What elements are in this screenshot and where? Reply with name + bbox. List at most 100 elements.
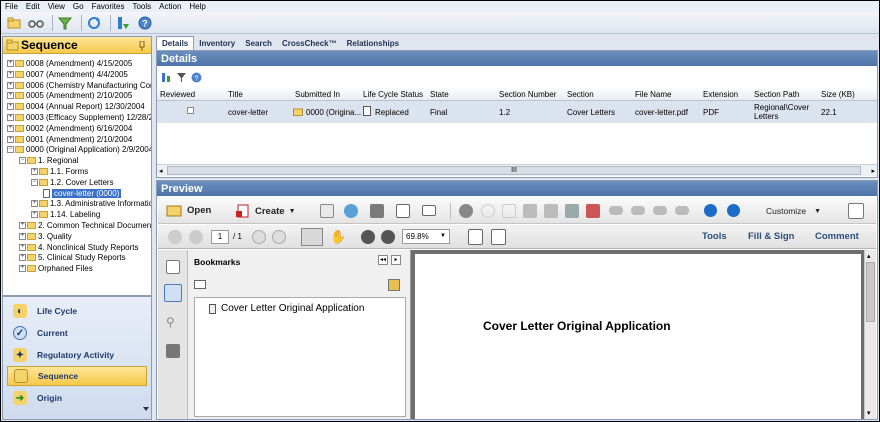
tab-relationships[interactable]: Relationships [342, 36, 404, 50]
expand-toggle-icon[interactable]: + [7, 114, 14, 121]
tree-item[interactable]: +0004 (Annual Report) 12/30/2004 [7, 101, 145, 112]
col-submitted-in[interactable]: Submitted In [295, 90, 340, 99]
tree-item[interactable]: +0008 (Amendment) 4/15/2005 [7, 58, 132, 69]
tree-item[interactable]: − 1. Regional [19, 155, 78, 166]
horizontal-scrollbar[interactable]: ◂ III ▸ [157, 164, 877, 176]
hand-tool-icon[interactable]: ✋ [330, 230, 346, 244]
col-life-cycle-status[interactable]: Life Cycle Status [363, 90, 423, 99]
tab-search[interactable]: Search [240, 36, 277, 50]
expand-toggle-icon[interactable]: + [7, 135, 14, 143]
help-icon[interactable]: ? [191, 72, 202, 83]
tree-item[interactable]: − 0000 (Original Application) 2/9/2004 [7, 144, 151, 155]
nav-life-cycle[interactable]: ◐ Life Cycle [7, 301, 147, 321]
tree-item[interactable]: +4. Nonclinical Study Reports [19, 242, 139, 253]
link-icon[interactable] [653, 206, 667, 215]
table-row[interactable]: cover-letter 0000 (Origina... Replaced F… [157, 101, 877, 123]
tree-item[interactable]: +0001 (Amendment) 2/10/2004 [7, 134, 132, 145]
refresh-icon[interactable] [85, 14, 103, 32]
email-icon[interactable] [422, 205, 436, 216]
page-down-icon[interactable] [189, 230, 203, 244]
scroll-left-icon[interactable]: ◂ [159, 167, 163, 175]
expand-toggle-icon[interactable]: + [31, 200, 38, 208]
filter-icon[interactable] [176, 72, 187, 83]
glasses-icon[interactable] [27, 14, 45, 32]
expand-toggle-icon[interactable]: + [7, 70, 14, 78]
scroll-right-icon[interactable]: ▸ [871, 167, 875, 175]
filter-icon[interactable] [56, 14, 74, 32]
edit-icon[interactable] [396, 204, 410, 218]
menu-edit[interactable]: Edit [26, 2, 40, 11]
col-extension[interactable]: Extension [703, 90, 738, 99]
expand-toggle-icon[interactable]: + [7, 81, 14, 89]
col-state[interactable]: State [430, 90, 449, 99]
nav-current[interactable]: ✓ Current [7, 323, 147, 343]
collapse-icon[interactable]: ◂◂ [378, 255, 388, 265]
download-icon[interactable] [114, 14, 132, 32]
expand-icon[interactable] [848, 203, 864, 219]
expand-toggle-icon[interactable]: − [7, 146, 14, 154]
col-section[interactable]: Section [567, 90, 594, 99]
expand-toggle-icon[interactable]: + [7, 124, 14, 132]
zoom-out-icon[interactable] [361, 230, 375, 244]
pin-icon[interactable] [138, 41, 146, 51]
expand-toggle-icon[interactable]: + [7, 60, 14, 67]
customize-button[interactable]: Customize ▼ [766, 206, 821, 216]
bookmark-icon[interactable] [164, 284, 182, 302]
nav-origin[interactable]: ➜ Origin [7, 388, 147, 408]
nav-sequence[interactable]: Sequence [7, 366, 147, 386]
link-icon[interactable] [609, 206, 623, 215]
menu-view[interactable]: View [48, 2, 65, 11]
expand-toggle-icon[interactable]: + [7, 92, 14, 100]
link-icon[interactable] [631, 206, 645, 215]
expand-toggle-icon[interactable]: + [19, 265, 26, 273]
vertical-scrollbar[interactable]: ▴ ▾ [864, 250, 876, 419]
select-tool-icon[interactable] [301, 228, 323, 246]
page-thumbnails-icon[interactable] [166, 260, 180, 274]
menu-help[interactable]: Help [189, 2, 205, 11]
protect-icon[interactable] [544, 204, 558, 218]
tree-item[interactable]: +0005 (Amendment) 2/10/2005 [7, 90, 132, 101]
page-number-input[interactable]: 1 [211, 230, 229, 244]
link-icon[interactable] [675, 206, 689, 215]
tree-item[interactable]: cover-letter (0000) [43, 188, 122, 199]
open-button[interactable]: Open [166, 204, 211, 217]
sort-icon[interactable] [161, 72, 172, 83]
fill-sign-button[interactable]: Fill & Sign [748, 231, 794, 242]
tree-item[interactable]: +0007 (Amendment) 4/4/2005 [7, 69, 128, 80]
tree-item[interactable]: +0002 (Amendment) 6/16/2004 [7, 123, 132, 134]
tab-crosscheck[interactable]: CrossCheck™ [277, 36, 342, 50]
fit-page-icon[interactable] [252, 230, 266, 244]
col-size[interactable]: Size (KB) [821, 90, 855, 99]
tree-item[interactable]: +0006 (Chemistry Manufacturing Contr [7, 80, 151, 91]
expand-toggle-icon[interactable]: + [31, 211, 38, 219]
arrow-right-icon[interactable] [727, 204, 740, 217]
page-view-icon[interactable] [468, 229, 483, 245]
expand-toggle-icon[interactable]: + [7, 103, 14, 111]
tree-item[interactable]: +1.3. Administrative Informatic [31, 198, 151, 209]
expand-toggle-icon[interactable]: + [19, 243, 26, 251]
expand-toggle-icon[interactable]: − [31, 178, 38, 186]
scroll-up-icon[interactable]: ▴ [867, 252, 871, 260]
attach-icon[interactable] [523, 204, 537, 218]
help-icon[interactable]: ? [136, 14, 154, 32]
tab-inventory[interactable]: Inventory [194, 36, 240, 50]
comment-icon[interactable] [481, 204, 495, 218]
expand-toggle-icon[interactable]: + [31, 168, 38, 175]
menu-tools[interactable]: Tools [132, 2, 151, 11]
folder-icon[interactable] [5, 14, 23, 32]
cloud-upload-icon[interactable] [344, 204, 358, 218]
zoom-select[interactable]: 69.8% ▼ [402, 229, 450, 244]
save-icon[interactable] [320, 204, 334, 218]
tree-item[interactable]: +0003 (Efficacy Supplement) 12/28/2 [7, 112, 151, 123]
zoom-in-icon[interactable] [381, 230, 395, 244]
print-icon[interactable] [370, 204, 384, 218]
col-section-number[interactable]: Section Number [499, 90, 556, 99]
scroll-down-icon[interactable]: ▾ [867, 409, 871, 417]
menu-file[interactable]: File [5, 2, 18, 11]
delete-bookmark-icon[interactable] [388, 279, 400, 291]
tree-item[interactable]: +3. Quality [19, 231, 72, 242]
tools-button[interactable]: Tools [702, 231, 727, 242]
fit-width-icon[interactable] [272, 230, 286, 244]
bookmark-item[interactable]: Cover Letter Original Application [221, 303, 364, 314]
attachment-icon[interactable]: ⚲ [166, 315, 180, 329]
